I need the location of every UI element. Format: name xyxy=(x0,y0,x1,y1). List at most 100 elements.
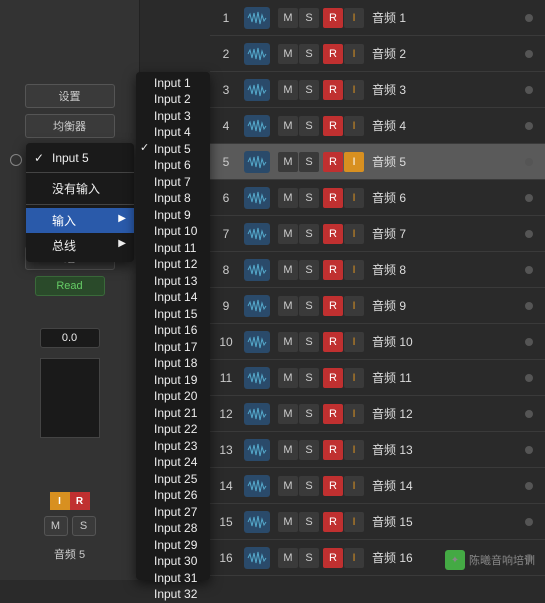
input-menu-item[interactable]: Input 27 xyxy=(136,504,210,521)
input-menu-item[interactable]: Input 19 xyxy=(136,372,210,389)
waveform-icon[interactable] xyxy=(244,7,270,29)
volume-value[interactable]: 0.0 xyxy=(40,328,100,348)
solo-button[interactable]: S xyxy=(299,44,319,64)
automation-read-button[interactable]: Read xyxy=(35,276,105,296)
waveform-icon[interactable] xyxy=(244,187,270,209)
input-menu-item[interactable]: Input 26 xyxy=(136,488,210,505)
solo-button[interactable]: S xyxy=(299,296,319,316)
mute-button[interactable]: M xyxy=(278,224,298,244)
solo-button[interactable]: S xyxy=(299,476,319,496)
input-menu-item[interactable]: Input 15 xyxy=(136,306,210,323)
solo-button[interactable]: S xyxy=(299,8,319,28)
settings-button[interactable]: 设置 xyxy=(25,84,115,108)
input-monitor-button[interactable]: I xyxy=(344,476,364,496)
input-monitor-button[interactable]: I xyxy=(344,440,364,460)
waveform-icon[interactable] xyxy=(244,223,270,245)
menu-item-no-input[interactable]: 没有输入 xyxy=(26,176,134,201)
mute-button[interactable]: M xyxy=(278,332,298,352)
input-monitor-button[interactable]: I xyxy=(344,80,364,100)
input-menu-item[interactable]: Input 21 xyxy=(136,405,210,422)
input-monitor-button[interactable]: I xyxy=(344,368,364,388)
record-button[interactable]: R xyxy=(323,44,343,64)
solo-button[interactable]: S xyxy=(299,368,319,388)
track-row[interactable]: 6MSRI音频 6 xyxy=(210,180,545,216)
input-monitor-button[interactable]: I xyxy=(344,152,364,172)
input-monitor-button[interactable]: I xyxy=(344,44,364,64)
solo-button[interactable]: S xyxy=(299,404,319,424)
input-menu-item[interactable]: Input 18 xyxy=(136,356,210,373)
record-button[interactable]: R xyxy=(323,404,343,424)
record-button[interactable]: R xyxy=(323,548,343,568)
input-menu-item[interactable]: Input 24 xyxy=(136,455,210,472)
input-menu-item[interactable]: Input 12 xyxy=(136,257,210,274)
mute-button[interactable]: M xyxy=(278,440,298,460)
mute-button[interactable]: M xyxy=(278,188,298,208)
input-monitor-button[interactable]: I xyxy=(344,188,364,208)
solo-button[interactable]: S xyxy=(299,332,319,352)
input-menu-item[interactable]: Input 9 xyxy=(136,207,210,224)
track-row[interactable]: 13MSRI音频 13 xyxy=(210,432,545,468)
record-button[interactable]: R xyxy=(323,80,343,100)
input-menu-item[interactable]: Input 30 xyxy=(136,554,210,571)
input-menu-item[interactable]: Input 8 xyxy=(136,191,210,208)
input-monitor-button[interactable]: I xyxy=(344,8,364,28)
waveform-icon[interactable] xyxy=(244,475,270,497)
mute-button[interactable]: M xyxy=(278,8,298,28)
solo-button[interactable]: S xyxy=(299,260,319,280)
input-menu-item[interactable]: Input 11 xyxy=(136,240,210,257)
input-menu-item[interactable]: Input 32 xyxy=(136,587,210,603)
eq-button[interactable]: 均衡器 xyxy=(25,114,115,138)
record-button[interactable]: R xyxy=(323,440,343,460)
solo-button[interactable]: S xyxy=(299,116,319,136)
solo-button[interactable]: S xyxy=(299,548,319,568)
waveform-icon[interactable] xyxy=(244,295,270,317)
record-button[interactable]: R xyxy=(323,188,343,208)
mute-button[interactable]: M xyxy=(278,548,298,568)
waveform-icon[interactable] xyxy=(244,367,270,389)
input-menu-item[interactable]: Input 6 xyxy=(136,158,210,175)
input-menu-item[interactable]: Input 13 xyxy=(136,273,210,290)
waveform-icon[interactable] xyxy=(244,511,270,533)
track-row[interactable]: 4MSRI音频 4 xyxy=(210,108,545,144)
record-button[interactable]: R xyxy=(323,296,343,316)
track-row[interactable]: 15MSRI音频 15 xyxy=(210,504,545,540)
record-button[interactable]: R xyxy=(323,224,343,244)
input-monitor-button[interactable]: I xyxy=(344,296,364,316)
track-row[interactable]: 1MSRI音频 1 xyxy=(210,0,545,36)
track-row[interactable]: 3MSRI音频 3 xyxy=(210,72,545,108)
menu-item-current-input[interactable]: ✓ Input 5 xyxy=(26,147,134,169)
menu-item-input-submenu[interactable]: 输入 ▶ xyxy=(26,208,134,233)
input-monitor-button[interactable]: I xyxy=(344,224,364,244)
record-button[interactable]: R xyxy=(323,152,343,172)
mute-button[interactable]: M xyxy=(278,296,298,316)
input-monitor-button[interactable]: I xyxy=(344,548,364,568)
mute-button[interactable]: M xyxy=(278,260,298,280)
waveform-icon[interactable] xyxy=(244,151,270,173)
track-row[interactable]: 12MSRI音频 12 xyxy=(210,396,545,432)
track-row[interactable]: 2MSRI音频 2 xyxy=(210,36,545,72)
track-row[interactable]: 8MSRI音频 8 xyxy=(210,252,545,288)
record-button[interactable]: R xyxy=(323,512,343,532)
mute-button[interactable]: M xyxy=(278,476,298,496)
mute-button[interactable]: M xyxy=(278,44,298,64)
input-menu-item[interactable]: Input 1 xyxy=(136,75,210,92)
mute-button[interactable]: M xyxy=(278,368,298,388)
solo-button[interactable]: S xyxy=(299,188,319,208)
input-menu-item[interactable]: Input 17 xyxy=(136,339,210,356)
record-button[interactable]: R xyxy=(323,116,343,136)
solo-button[interactable]: S xyxy=(299,224,319,244)
mute-button[interactable]: M xyxy=(278,512,298,532)
track-row[interactable]: 14MSRI音频 14 xyxy=(210,468,545,504)
input-monitor-button[interactable]: I xyxy=(344,512,364,532)
solo-button[interactable]: S xyxy=(299,512,319,532)
track-row[interactable]: 10MSRI音频 10 xyxy=(210,324,545,360)
track-row[interactable]: 9MSRI音频 9 xyxy=(210,288,545,324)
solo-button[interactable]: S xyxy=(299,440,319,460)
input-menu-item[interactable]: Input 4 xyxy=(136,125,210,142)
input-monitor-button[interactable]: I xyxy=(344,116,364,136)
waveform-icon[interactable] xyxy=(244,403,270,425)
input-menu-item[interactable]: Input 20 xyxy=(136,389,210,406)
waveform-icon[interactable] xyxy=(244,43,270,65)
track-row[interactable]: 5MSRI音频 5 xyxy=(210,144,545,180)
input-menu-item[interactable]: Input 31 xyxy=(136,570,210,587)
